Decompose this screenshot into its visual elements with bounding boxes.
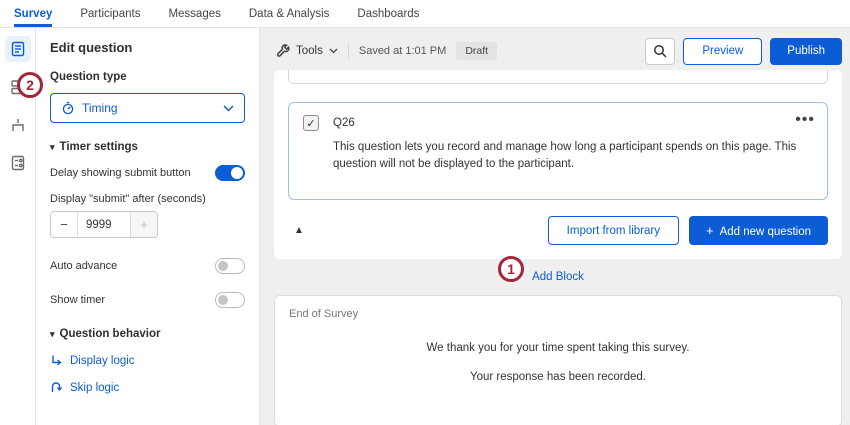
- plus-icon: +: [706, 223, 714, 238]
- toolbar-divider: [348, 43, 349, 59]
- caret-down-icon: ▾: [50, 329, 55, 340]
- panel-title: Edit question: [50, 40, 245, 55]
- question-id: Q26: [333, 115, 355, 129]
- caret-down-icon: ▾: [50, 142, 55, 153]
- draft-badge: Draft: [456, 42, 497, 60]
- question-type-section-header[interactable]: Question type: [50, 71, 245, 83]
- nav-tab-dashboards[interactable]: Dashboards: [357, 0, 419, 27]
- delay-submit-toggle[interactable]: [215, 165, 245, 181]
- end-of-survey-line1: We thank you for your time spent taking …: [289, 342, 827, 354]
- tools-button[interactable]: Tools: [274, 38, 346, 64]
- chevron-down-icon: [223, 105, 234, 112]
- add-block-row: Add Block: [274, 259, 842, 295]
- end-of-survey-label: End of Survey: [289, 308, 827, 320]
- display-logic-link[interactable]: Display logic: [50, 354, 245, 367]
- timer-settings-section-header[interactable]: ▾ Timer settings: [50, 141, 245, 153]
- toolbar: Tools Saved at 1:01 PM Draft Preview Pub…: [274, 36, 842, 66]
- timer-icon: [61, 101, 75, 115]
- question-behavior-section-header[interactable]: ▾ Question behavior: [50, 328, 245, 340]
- show-timer-label: Show timer: [50, 294, 105, 306]
- search-button[interactable]: [645, 38, 675, 65]
- survey-flow-icon[interactable]: [5, 112, 31, 138]
- question-checkbox[interactable]: ✓: [303, 115, 319, 131]
- question-type-label: Question type: [50, 71, 127, 83]
- question-card[interactable]: ✓ Q26 ••• This question lets you record …: [288, 102, 828, 200]
- question-behavior-label: Question behavior: [60, 328, 161, 340]
- nav-tab-participants[interactable]: Participants: [80, 0, 140, 27]
- stepper-plus-button[interactable]: +: [130, 212, 157, 237]
- collapse-block-icon[interactable]: ▲: [288, 221, 310, 240]
- timer-settings-label: Timer settings: [60, 141, 138, 153]
- survey-block: ✓ Q26 ••• This question lets you record …: [274, 70, 842, 259]
- display-logic-icon: [50, 354, 63, 367]
- block-footer: ▲ Import from library +Add new question: [288, 216, 828, 245]
- preview-button[interactable]: Preview: [683, 38, 762, 65]
- nav-tab-data-analysis[interactable]: Data & Analysis: [249, 0, 330, 27]
- add-new-question-button[interactable]: +Add new question: [689, 216, 828, 245]
- skip-logic-link[interactable]: Skip logic: [50, 381, 245, 394]
- question-type-value: Timing: [82, 101, 223, 115]
- question-type-select[interactable]: Timing: [50, 93, 245, 123]
- show-timer-toggle[interactable]: [215, 292, 245, 308]
- display-after-label: Display "submit" after (seconds): [50, 193, 245, 205]
- search-icon: [653, 44, 667, 58]
- stepper-minus-button[interactable]: −: [51, 212, 78, 237]
- survey-builder-icon[interactable]: [5, 36, 31, 62]
- main-area: Tools Saved at 1:01 PM Draft Preview Pub…: [260, 28, 850, 425]
- seconds-stepper: − +: [50, 211, 158, 238]
- question-description: This question lets you record and manage…: [333, 139, 813, 174]
- publish-button[interactable]: Publish: [770, 38, 842, 65]
- edit-question-panel: Edit question Question type Timing ▾ Tim…: [36, 28, 260, 425]
- end-of-survey-card: End of Survey We thank you for your time…: [274, 295, 842, 425]
- partial-question-card: [288, 70, 828, 84]
- end-of-survey-line2: Your response has been recorded.: [289, 371, 827, 383]
- delay-submit-label: Delay showing submit button: [50, 167, 191, 179]
- question-menu-icon[interactable]: •••: [795, 115, 815, 125]
- wrench-icon: [276, 44, 290, 58]
- auto-advance-label: Auto advance: [50, 260, 117, 272]
- seconds-input[interactable]: [78, 212, 130, 237]
- top-nav: Survey Participants Messages Data & Anal…: [0, 0, 850, 28]
- skip-logic-icon: [50, 381, 63, 394]
- annotation-circle-1: 1: [498, 256, 524, 282]
- auto-advance-toggle[interactable]: [215, 258, 245, 274]
- chevron-down-icon: [329, 48, 338, 54]
- nav-tab-messages[interactable]: Messages: [168, 0, 220, 27]
- annotation-circle-2: 2: [17, 72, 43, 98]
- survey-options-icon[interactable]: [5, 150, 31, 176]
- save-status: Saved at 1:01 PM: [359, 45, 446, 57]
- import-from-library-button[interactable]: Import from library: [548, 216, 679, 245]
- nav-tab-survey[interactable]: Survey: [14, 0, 52, 27]
- add-block-link[interactable]: Add Block: [532, 271, 584, 283]
